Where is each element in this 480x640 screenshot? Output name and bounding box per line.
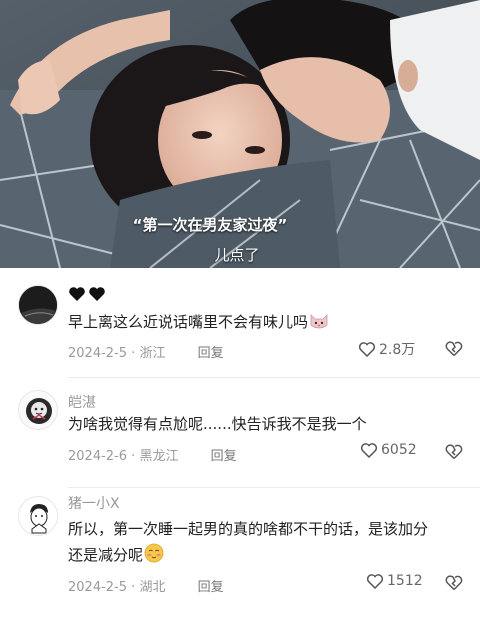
like-button[interactable]: 1512	[366, 573, 423, 589]
avatar-image	[19, 286, 57, 324]
like-button[interactable]: 6052	[360, 442, 417, 458]
comment-text: 早上离这么近说话嘴里不会有味儿吗	[68, 309, 464, 339]
dislike-icon[interactable]	[445, 443, 463, 460]
comment-date: 2024-2-6	[68, 449, 128, 464]
username-hearts	[68, 285, 108, 307]
dislike-icon[interactable]	[445, 574, 463, 591]
comment-date: 2024-2-5	[68, 346, 128, 361]
avatar[interactable]	[18, 390, 58, 430]
reply-button[interactable]: 回复	[198, 580, 224, 595]
comment-location: 湖北	[139, 580, 166, 595]
username[interactable]: 皑湛	[68, 392, 96, 412]
comment-meta: 2024-2-6 · 黑龙江 回复	[68, 449, 237, 464]
cat-face-icon	[308, 311, 330, 339]
comment-2: 皑湛 为啥我觉得有点尬呢......快告诉我不是我一个 2024-2-6 · 黑…	[0, 378, 480, 488]
heart-icon	[360, 443, 378, 458]
avatar-image	[19, 497, 57, 535]
avatar[interactable]	[18, 496, 58, 536]
comment-location: 浙江	[139, 346, 166, 361]
avatar-image	[19, 391, 57, 429]
reply-button[interactable]: 回复	[198, 346, 224, 361]
two-black-hearts-icon	[69, 287, 105, 301]
like-count: 1512	[387, 573, 423, 589]
username[interactable]: 猪一小X	[68, 493, 120, 513]
comment-text-line-2: 还是减分呢	[68, 542, 464, 572]
video-subtitle-1: “第一次在男友家过夜”	[132, 216, 288, 234]
comment-text: 为啥我觉得有点尬呢......快告诉我不是我一个	[68, 415, 367, 433]
like-button[interactable]: 2.8万	[358, 339, 415, 359]
heart-icon	[366, 574, 384, 589]
comment-text-line-1: 所以，第一次睡一起男的真的啥都不干的话，是该加分	[68, 520, 429, 538]
blushing-face-icon	[143, 542, 165, 572]
video-still[interactable]: “第一次在男友家过夜” 儿点了	[0, 0, 480, 268]
avatar[interactable]	[18, 285, 58, 325]
comment-location: 黑龙江	[139, 449, 179, 464]
heart-icon	[358, 342, 376, 357]
reply-button[interactable]: 回复	[211, 449, 237, 464]
comment-3: 猪一小X 所以，第一次睡一起男的真的啥都不干的话，是该加分 还是减分呢 2024…	[0, 488, 480, 640]
dislike-icon[interactable]	[445, 340, 463, 357]
comment-meta: 2024-2-5 · 湖北 回复	[68, 580, 224, 595]
like-count: 2.8万	[379, 342, 416, 358]
comment-date: 2024-2-5	[68, 580, 128, 595]
video-subtitle-2: 儿点了	[214, 246, 260, 264]
comment-1: 早上离这么近说话嘴里不会有味儿吗 2024-2-5 · 浙江 回复 2.8万	[0, 268, 480, 378]
comment-meta: 2024-2-5 · 浙江 回复	[68, 346, 224, 361]
like-count: 6052	[381, 442, 417, 458]
